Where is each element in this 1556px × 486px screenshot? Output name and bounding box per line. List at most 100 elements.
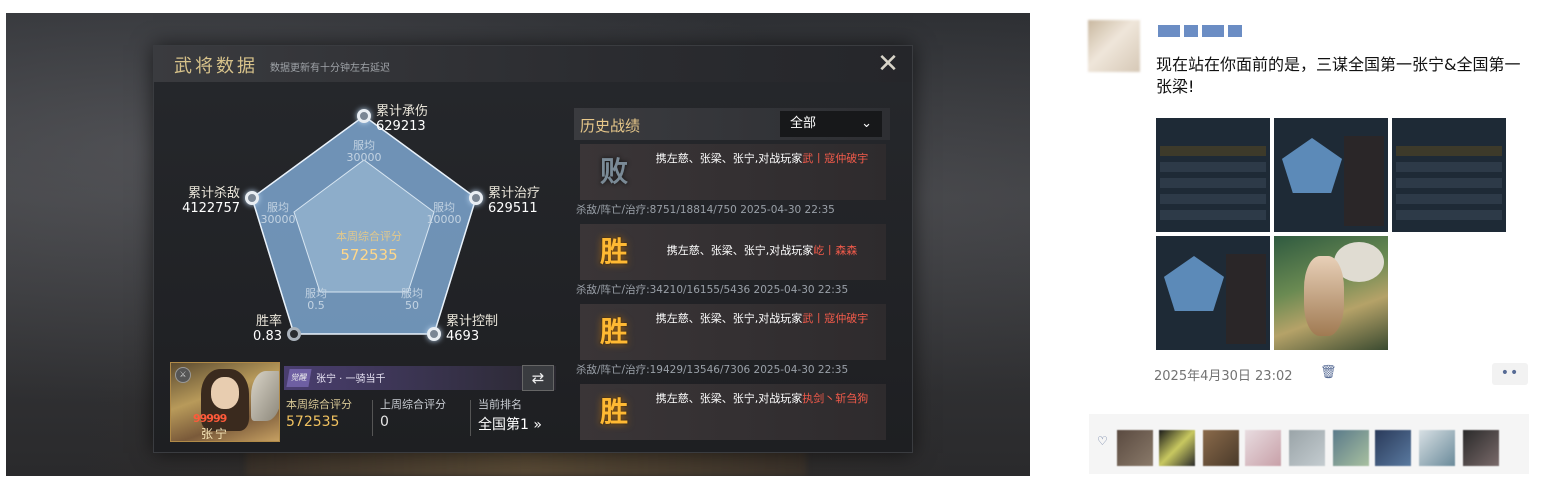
liker-avatar[interactable] [1419, 430, 1455, 466]
liker-avatar[interactable] [1203, 430, 1239, 466]
swap-icon[interactable]: ⇄ [522, 365, 554, 391]
radar-node-control [427, 327, 441, 341]
this-week-score-label: 本周综合评分 [286, 398, 352, 411]
battle-record-desc: 携左慈、张梁、张宁,对战玩家执剑丶斩刍狗 [644, 392, 880, 406]
battle-record-desc: 携左慈、张梁、张宁,对战玩家武丨寇仲破宇 [644, 312, 880, 326]
liker-avatar[interactable] [1375, 430, 1411, 466]
battle-record-opponent: 武丨寇仲破宇 [802, 152, 869, 165]
hero-rank-icon: ⚔ [175, 367, 191, 383]
battle-history-header: 历史战绩 全部 ⌄ [574, 108, 890, 140]
stat-damage-taken-label: 累计承伤 [376, 104, 429, 119]
stat-control: 累计控制 4693 [446, 314, 498, 344]
hero-title: 张宁 · 一骑当千 [316, 374, 386, 385]
more-options-button[interactable]: •• [1492, 363, 1528, 385]
general-data-panel: 武将数据 数据更新有十分钟左右延迟 ✕ 累计承伤 629213 累计杀敌 412… [153, 45, 913, 453]
avg-right-value: 10000 [426, 213, 462, 226]
avg-bottom-right: 服均 50 [390, 288, 434, 312]
battle-history: 历史战绩 全部 ⌄ 败 携左慈、张梁、张宁,对战玩家武丨寇仲破宇 杀敌/阵亡/治… [574, 102, 890, 452]
battle-record[interactable]: 胜 携左慈、张梁、张宁,对战玩家执剑丶斩刍狗 [574, 384, 890, 460]
battle-record-opponent: 执剑丶斩刍狗 [802, 392, 869, 405]
current-rank-value: 全国第1 » [478, 417, 542, 433]
screenshot-root: 武将数据 数据更新有十分钟左右延迟 ✕ 累计承伤 629213 累计杀敌 412… [0, 0, 1556, 486]
battle-record-meta: 杀敌/阵亡/治疗:8751/18814/750 2025-04-30 22:35 [576, 204, 835, 216]
hero-portrait[interactable]: ⚔ 99999 张宁 [170, 362, 280, 442]
battle-record[interactable]: 胜 携左慈、张梁、张宁,对战玩家屹丨森森 杀敌/阵亡/治疗:34210/1615… [574, 224, 890, 300]
avg-left-value: 30000 [260, 213, 296, 226]
post-image[interactable] [1392, 118, 1506, 232]
radar-svg [251, 115, 477, 335]
battle-record-desc-text: 携左慈、张梁、张宁,对战玩家 [655, 312, 803, 325]
post-image[interactable] [1274, 118, 1388, 232]
stat-healing: 累计治疗 629511 [488, 186, 540, 216]
battle-record-desc-text: 携左慈、张梁、张宁,对战玩家 [666, 244, 814, 257]
post-image[interactable] [1274, 236, 1388, 350]
stat-control-label: 累计控制 [446, 314, 499, 329]
avg-top-value: 30000 [346, 151, 382, 164]
trash-icon[interactable]: 🗑 [1320, 366, 1337, 380]
stat-kills-label: 累计杀敌 [187, 186, 240, 201]
battle-record[interactable]: 胜 携左慈、张梁、张宁,对战玩家武丨寇仲破宇 杀敌/阵亡/治疗:19429/13… [574, 304, 890, 380]
weekly-score-center: 本周综合评分 572535 [304, 228, 434, 264]
post-text: 现在站在你面前的是，三谋全国第一张宁&全国第一张梁! [1156, 55, 1521, 96]
hero-star-badges: 99999 [193, 412, 227, 425]
moments-post: 现在站在你面前的是，三谋全国第一张宁&全国第一张梁! 2025年4月30日 23… [1086, 0, 1556, 486]
divider [470, 400, 471, 436]
post-timestamp: 2025年4月30日 23:02 [1154, 369, 1293, 384]
battle-result-win-icon: 胜 [599, 395, 628, 428]
game-screenshot: 武将数据 数据更新有十分钟左右延迟 ✕ 累计承伤 629213 累计杀敌 412… [6, 13, 1030, 476]
avg-bottom-right-value: 50 [405, 299, 419, 312]
this-week-score: 本周综合评分 572535 [286, 396, 352, 430]
stat-healing-value: 629511 [488, 201, 538, 216]
hero-name: 张宁 [201, 427, 230, 441]
battle-history-title: 历史战绩 [580, 117, 641, 135]
stat-damage-taken-value: 629213 [376, 119, 426, 134]
avg-left: 服均 30000 [256, 202, 300, 226]
this-week-score-value: 572535 [286, 414, 340, 430]
panel-subtitle: 数据更新有十分钟左右延迟 [270, 63, 390, 74]
divider [372, 400, 373, 436]
post-image[interactable] [1156, 118, 1270, 232]
battle-record-meta: 杀敌/阵亡/治疗:19429/13546/7306 2025-04-30 22:… [576, 364, 849, 376]
radar-node-healing [469, 191, 483, 205]
avg-right: 服均 10000 [422, 202, 466, 226]
history-filter-dropdown[interactable]: 全部 ⌄ [780, 111, 882, 137]
avatar[interactable] [1088, 20, 1140, 72]
stat-kills: 累计杀敌 4122757 [178, 186, 240, 216]
battle-record-desc-text: 携左慈、张梁、张宁,对战玩家 [655, 392, 803, 405]
battle-record-opponent: 武丨寇仲破宇 [802, 312, 869, 325]
avg-top: 服均 30000 [342, 140, 386, 164]
heart-icon: ♡ [1097, 434, 1108, 448]
last-week-score: 上周综合评分 0 [380, 396, 446, 430]
battle-result-lose-icon: 败 [599, 155, 628, 188]
hero-portrait-wing [251, 371, 279, 421]
close-button[interactable]: ✕ [874, 50, 902, 78]
liker-avatar[interactable] [1245, 430, 1281, 466]
hero-portrait-face [211, 377, 239, 409]
username-redacted[interactable] [1158, 22, 1268, 40]
radar-node-win-rate [287, 327, 301, 341]
battle-record-meta: 杀敌/阵亡/治疗:34210/16155/5436 2025-04-30 22:… [576, 284, 849, 296]
stat-damage-taken: 累计承伤 629213 [376, 104, 428, 134]
stat-win-rate: 胜率 0.83 [250, 314, 282, 344]
radar-chart: 累计承伤 629213 累计杀敌 4122757 累计治疗 629511 胜率 … [154, 82, 574, 362]
battle-result-win-icon: 胜 [599, 315, 628, 348]
hero-title-bar: 觉醒 张宁 · 一骑当千 [284, 366, 556, 390]
weekly-score-center-label: 本周综合评分 [336, 230, 402, 243]
battle-record-opponent: 屹丨森森 [813, 244, 858, 257]
chevron-down-icon: ⌄ [861, 116, 872, 131]
hero-title-icon: 觉醒 [286, 369, 312, 387]
current-rank[interactable]: 当前排名 全国第1 » [478, 396, 542, 434]
radar-node-damage-taken [357, 109, 371, 123]
post-image[interactable] [1156, 236, 1270, 350]
liker-avatar[interactable] [1117, 430, 1153, 466]
battle-record-desc: 携左慈、张梁、张宁,对战玩家屹丨森森 [644, 244, 880, 258]
liker-avatar[interactable] [1159, 430, 1195, 466]
likes-section: ♡ [1089, 414, 1529, 474]
stat-win-rate-label: 胜率 [255, 314, 282, 329]
avg-bottom-left: 服均 0.5 [294, 288, 338, 312]
liker-avatar[interactable] [1333, 430, 1369, 466]
stat-control-value: 4693 [446, 329, 480, 344]
liker-avatar[interactable] [1289, 430, 1325, 466]
battle-record[interactable]: 败 携左慈、张梁、张宁,对战玩家武丨寇仲破宇 杀敌/阵亡/治疗:8751/188… [574, 144, 890, 220]
liker-avatar[interactable] [1463, 430, 1499, 466]
